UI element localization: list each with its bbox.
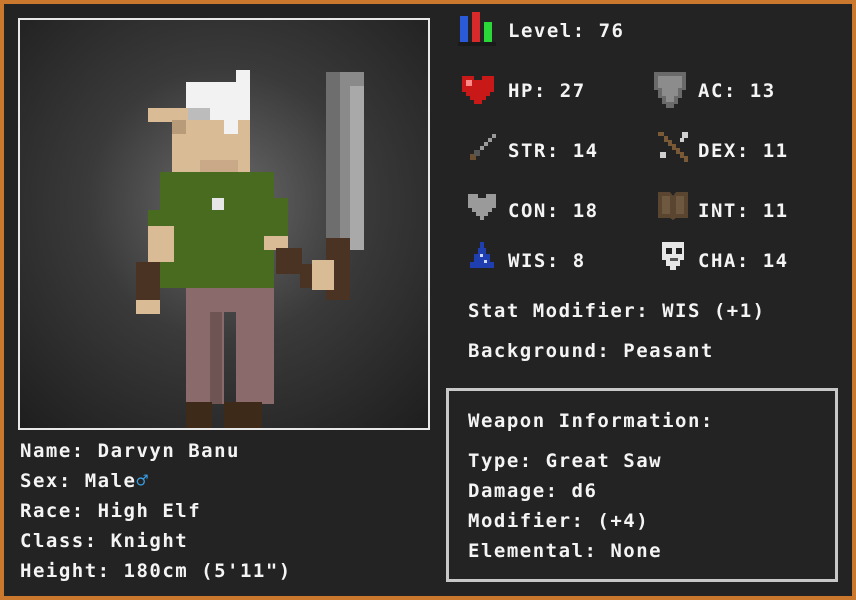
wizard-hat-icon (470, 242, 494, 268)
background: Background: Peasant (468, 340, 714, 362)
book-icon (658, 192, 688, 220)
weapon-type: Type: Great Saw (468, 450, 663, 472)
level-value: Level: 76 (508, 20, 625, 42)
grey-heart-icon (468, 194, 496, 220)
mask-icon (662, 242, 684, 270)
stat-modifier: Stat Modifier: WIS (+1) (468, 300, 766, 322)
character-race: Race: High Elf (20, 500, 202, 522)
bow-icon (658, 132, 688, 162)
weapon-elemental: Elemental: None (468, 540, 663, 562)
character-sex: Sex: Male♂ (20, 470, 149, 492)
elf-knight-sprite (136, 70, 364, 428)
shield-icon (654, 72, 686, 108)
sword-icon (470, 134, 496, 160)
cha-value: CHA: 14 (698, 250, 789, 272)
bar-chart-icon (458, 12, 496, 46)
character-class: Class: Knight (20, 530, 189, 552)
con-value: CON: 18 (508, 200, 599, 222)
weapon-damage: Damage: d6 (468, 480, 598, 502)
str-value: STR: 14 (508, 140, 599, 162)
weapon-modifier: Modifier: (+4) (468, 510, 650, 532)
int-value: INT: 11 (698, 200, 789, 222)
character-name: Name: Darvyn Banu (20, 440, 240, 462)
dex-value: DEX: 11 (698, 140, 789, 162)
character-portrait (18, 18, 430, 430)
hp-value: HP: 27 (508, 80, 586, 102)
weapon-heading: Weapon Information: (468, 410, 714, 432)
heart-icon (462, 76, 494, 104)
wis-value: WIS: 8 (508, 250, 586, 272)
sex-label: Sex: Male (20, 470, 137, 492)
ac-value: AC: 13 (698, 80, 776, 102)
male-symbol-icon: ♂ (136, 470, 150, 492)
character-height: Height: 180cm (5'11") (20, 560, 292, 582)
